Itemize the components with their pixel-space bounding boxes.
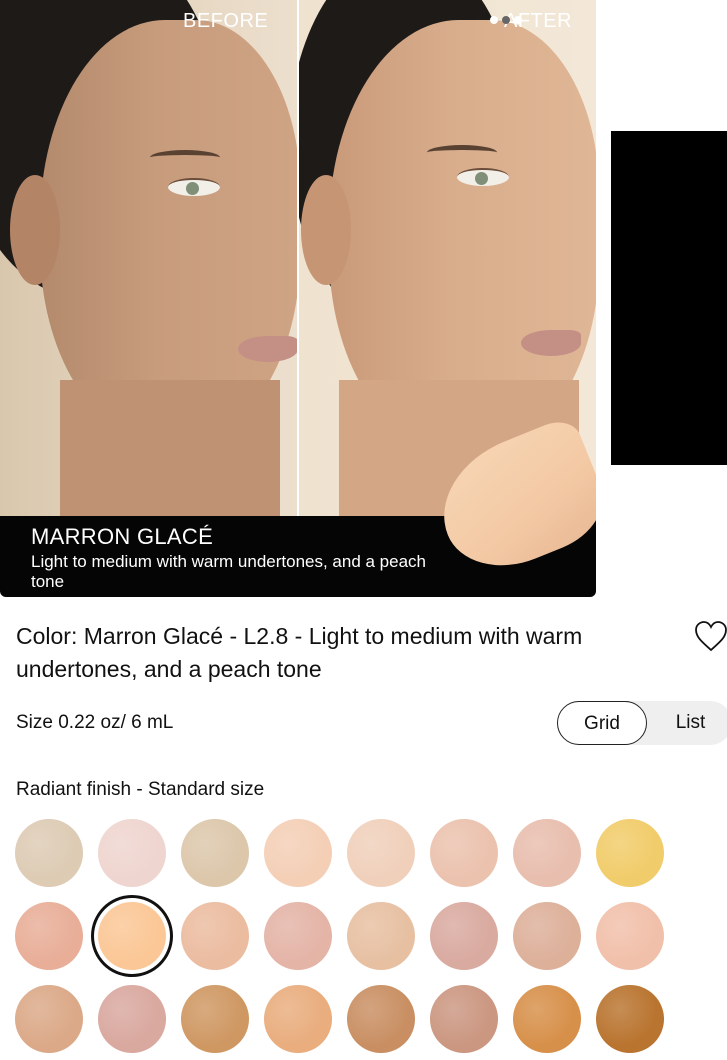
shade-swatch[interactable] bbox=[347, 819, 415, 887]
next-image-preview[interactable] bbox=[611, 131, 727, 465]
shade-swatch[interactable] bbox=[430, 985, 498, 1053]
view-toggle[interactable]: Grid List bbox=[557, 701, 727, 745]
shade-swatch[interactable] bbox=[181, 985, 249, 1053]
product-hero-image[interactable]: BEFORE AFTER MARRON GLACÉ Light to mediu… bbox=[0, 0, 596, 597]
grid-view-button[interactable]: Grid bbox=[557, 701, 647, 745]
shade-swatch[interactable] bbox=[98, 985, 166, 1053]
selected-color-label: Color: Marron Glacé - L2.8 - Light to me… bbox=[16, 623, 583, 682]
shade-swatch[interactable] bbox=[264, 985, 332, 1053]
shade-swatch[interactable] bbox=[347, 985, 415, 1053]
shade-swatch[interactable] bbox=[596, 985, 664, 1053]
shade-swatch[interactable] bbox=[596, 902, 664, 970]
size-label: Size 0.22 oz/ 6 mL bbox=[16, 712, 174, 733]
shade-swatch[interactable] bbox=[98, 819, 166, 887]
swatch-section-title: Radiant finish - Standard size bbox=[16, 779, 265, 800]
before-label: BEFORE bbox=[183, 10, 269, 32]
shade-swatch[interactable] bbox=[181, 819, 249, 887]
shade-swatch[interactable] bbox=[264, 902, 332, 970]
carousel-dots[interactable] bbox=[490, 14, 530, 26]
shade-swatch[interactable] bbox=[264, 819, 332, 887]
shade-swatch[interactable] bbox=[181, 902, 249, 970]
shade-swatch[interactable] bbox=[430, 819, 498, 887]
shade-swatch[interactable] bbox=[15, 902, 83, 970]
shade-swatch[interactable] bbox=[513, 819, 581, 887]
heart-icon[interactable] bbox=[694, 620, 727, 654]
shade-swatch[interactable] bbox=[15, 819, 83, 887]
shade-swatch[interactable] bbox=[98, 902, 166, 970]
shade-description: Light to medium with warm undertones, an… bbox=[31, 552, 427, 591]
list-view-button[interactable]: List bbox=[653, 701, 727, 745]
shade-swatch[interactable] bbox=[430, 902, 498, 970]
shade-name: MARRON GLACÉ bbox=[31, 524, 214, 549]
shade-swatch[interactable] bbox=[347, 902, 415, 970]
shade-swatch[interactable] bbox=[15, 985, 83, 1053]
shade-swatch[interactable] bbox=[513, 985, 581, 1053]
shade-swatch[interactable] bbox=[513, 902, 581, 970]
shade-swatch[interactable] bbox=[596, 819, 664, 887]
before-photo: BEFORE bbox=[0, 0, 297, 516]
